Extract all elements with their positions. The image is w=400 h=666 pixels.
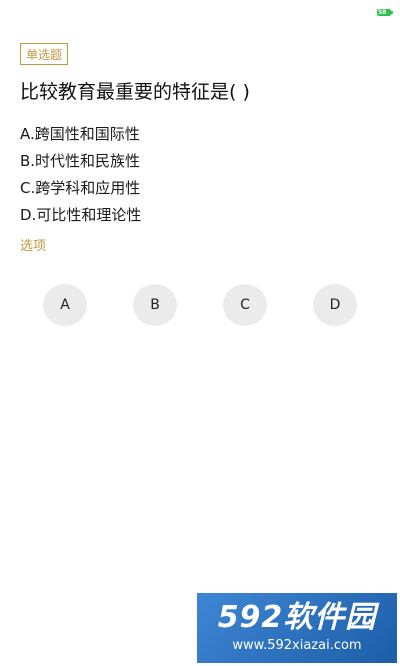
question-type-tag: 单选题 [20, 43, 69, 65]
status-bar: 58 [0, 0, 400, 26]
answer-button-c[interactable]: C [223, 284, 267, 326]
battery-level: 58 [378, 9, 387, 16]
option-d: D.可比性和理论性 [20, 206, 142, 224]
option-b: B.时代性和民族性 [20, 152, 141, 170]
battery-icon: 58 [377, 9, 393, 16]
option-c: C.跨学科和应用性 [20, 179, 141, 197]
answer-button-a[interactable]: A [43, 284, 87, 326]
answer-choice-row: A B C D [0, 284, 400, 326]
answer-section-label: 选项 [20, 239, 47, 254]
watermark-url: www.592xiazai.com [232, 638, 362, 653]
option-list: A.跨国性和国际性 B.时代性和民族性 C.跨学科和应用性 D.可比性和理论性 [20, 121, 141, 229]
answer-button-d[interactable]: D [313, 284, 357, 326]
watermark-brand: 592软件园 [217, 600, 377, 635]
answer-button-b[interactable]: B [133, 284, 177, 326]
watermark-logo: 592软件园 www.592xiazai.com [197, 593, 397, 663]
question-text: 比较教育最重要的特征是( ) [20, 81, 250, 103]
option-a: A.跨国性和国际性 [20, 125, 140, 143]
